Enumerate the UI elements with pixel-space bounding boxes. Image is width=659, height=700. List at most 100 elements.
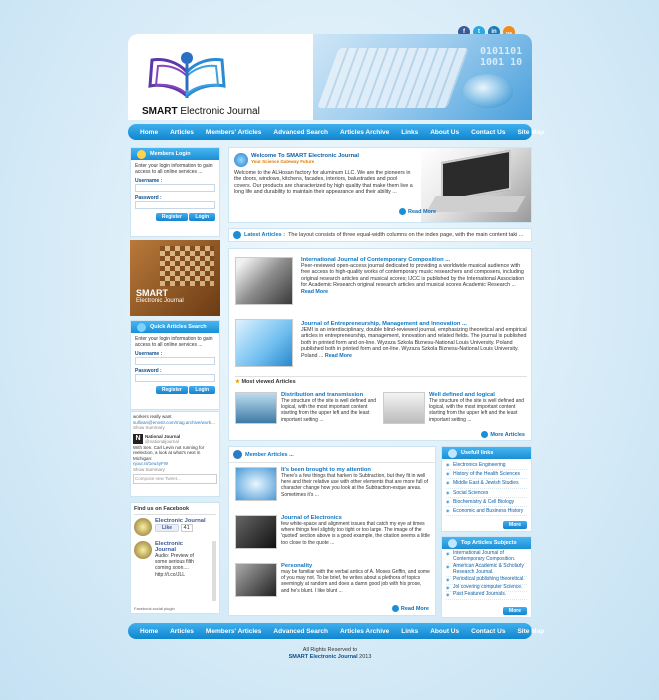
quick-username-input[interactable] xyxy=(135,357,215,366)
post-avatar[interactable] xyxy=(134,541,152,559)
article-1-read-more[interactable]: Read More xyxy=(301,289,328,295)
password-input[interactable] xyxy=(135,201,215,210)
binary-decoration: 0101101 1001 10 xyxy=(480,46,523,68)
article-thumb-network[interactable] xyxy=(235,319,293,367)
article-2-read-more[interactable]: Read More xyxy=(325,353,352,359)
login-button[interactable]: Login xyxy=(189,213,215,222)
footer-nav-articles-archive[interactable]: Articles Archive xyxy=(334,628,395,635)
nav-articles-archive[interactable]: Articles Archive xyxy=(334,129,395,136)
member-thumb-2[interactable] xyxy=(235,515,277,549)
most-viewed-thumb-1[interactable] xyxy=(235,392,277,424)
members-login-header: Members Login xyxy=(131,148,219,160)
nav-contact-us[interactable]: Contact Us xyxy=(465,129,511,136)
nav-site-map[interactable]: Site Map xyxy=(511,129,550,136)
footer-nav-site-map[interactable]: Site Map xyxy=(511,628,550,635)
subjects-more-button[interactable]: More xyxy=(503,607,527,615)
footer-year: 2013 xyxy=(357,654,372,660)
ticker-text[interactable]: The layout consists of three equal-width… xyxy=(288,232,523,238)
footer-nav-links[interactable]: Links xyxy=(395,628,424,635)
useful-link-5[interactable]: Biochemistry & Cell Biology xyxy=(446,498,527,508)
member-article-3: Personality may be familiar with the ver… xyxy=(281,563,431,594)
most-viewed-1-text: The structure of the site is well define… xyxy=(281,398,377,423)
footer-rights: All Rights Reserved to xyxy=(302,647,358,653)
footer-brand[interactable]: SMART Electronic Journal xyxy=(289,654,358,660)
book-logo-icon[interactable] xyxy=(146,46,228,98)
useful-link-1[interactable]: Electronics Engineering xyxy=(446,461,527,471)
laptop-image xyxy=(421,148,531,222)
tweet-handle[interactable]: @nationaljournal xyxy=(145,439,179,444)
member-article-3-text: may be familiar with the verbal antics o… xyxy=(281,569,430,594)
footer-nav-home[interactable]: Home xyxy=(134,628,164,635)
site-logo-text[interactable]: SMART Electronic Journal xyxy=(142,106,260,117)
footer-nav-advanced-search[interactable]: Advanced Search xyxy=(267,628,334,635)
compose-tweet-input[interactable]: Compose new Tweet... xyxy=(133,474,217,484)
nav-articles[interactable]: Articles xyxy=(164,129,200,136)
fb-post-author[interactable]: Electronic Journal xyxy=(155,541,195,553)
nav-members-articles[interactable]: Members' Articles xyxy=(200,129,268,136)
more-articles-link[interactable]: More Articles xyxy=(481,431,525,438)
most-viewed-2-text: The structure of the site is well define… xyxy=(429,398,525,423)
national-journal-avatar: N xyxy=(133,433,143,444)
top-subjects-header: Top Articles Subjects xyxy=(442,537,531,549)
useful-more-button[interactable]: More xyxy=(503,521,527,529)
globe-icon xyxy=(234,153,248,167)
keyboard-image xyxy=(317,48,469,108)
useful-link-2[interactable]: History of the Health Sciences xyxy=(446,470,527,480)
nav-advanced-search[interactable]: Advanced Search xyxy=(267,129,334,136)
article-thumb-keyboard[interactable] xyxy=(235,257,293,305)
fb-scrollbar[interactable] xyxy=(212,541,216,601)
useful-link-3[interactable]: Middle East & Jewish Studies xyxy=(446,479,527,489)
member-articles-box: Member Articles ... It's been brought to… xyxy=(228,446,436,616)
member-read-more[interactable]: Read More xyxy=(391,605,429,612)
register-button[interactable]: Register xyxy=(155,213,188,222)
site-header: 0101101 1001 10 SMART Electronic Journal xyxy=(128,34,532,120)
subject-link-5[interactable]: Past Featured Journals. xyxy=(446,591,527,600)
quick-search-box: Quick Articles Search Enter your login i… xyxy=(130,320,220,410)
ticker-label: Latest Articles : xyxy=(244,232,286,238)
quick-login-button[interactable]: Login xyxy=(189,386,215,395)
quick-search-header: Quick Articles Search xyxy=(131,321,219,333)
nav-home[interactable]: Home xyxy=(134,129,164,136)
subjects-icon xyxy=(448,538,457,548)
quick-register-button[interactable]: Register xyxy=(155,386,188,395)
member-article-2: Journal of Electronics few white-space a… xyxy=(281,515,431,546)
mouse-image xyxy=(463,74,513,108)
members-icon xyxy=(233,450,242,459)
useful-link-4[interactable]: Social Sciences xyxy=(446,489,527,498)
useful-links-header: Usefull links xyxy=(442,447,531,459)
footer-nav-about-us[interactable]: About Us xyxy=(424,628,465,635)
show-summary-link[interactable]: Show Summary xyxy=(133,425,217,431)
welcome-subtitle: Your Science Gateway Future xyxy=(251,159,315,164)
top-subjects-box: Top Articles Subjects International Jour… xyxy=(441,536,532,618)
useful-link-6[interactable]: Economic and Business History xyxy=(446,507,527,517)
member-thumb-3[interactable] xyxy=(235,563,277,597)
member-thumb-1[interactable] xyxy=(235,467,277,501)
page-avatar[interactable] xyxy=(134,518,152,536)
username-input[interactable] xyxy=(135,184,215,193)
useful-links-box: Usefull links Electronics Engineering Hi… xyxy=(441,446,532,532)
tweet-author[interactable]: National Journal xyxy=(145,434,180,439)
nav-about-us[interactable]: About Us xyxy=(424,129,465,136)
show-summary-link-2[interactable]: Show Summary xyxy=(133,467,217,473)
footer-nav-articles[interactable]: Articles xyxy=(164,628,200,635)
nav-links[interactable]: Links xyxy=(395,129,424,136)
search-icon xyxy=(137,322,146,332)
article-2: Journal of Entrepreneurship, Management … xyxy=(301,321,527,359)
main-nav: Home Articles Members' Articles Advanced… xyxy=(128,124,544,140)
most-viewed-thumb-2[interactable] xyxy=(383,392,425,424)
welcome-read-more[interactable]: Read More xyxy=(399,208,436,215)
twitter-widget: workers really want sullivan@ennstr.com/… xyxy=(130,411,220,497)
article-1: International Journal of Contemporary Co… xyxy=(301,257,527,295)
welcome-text: Welcome to the ALHosan factory for alumi… xyxy=(234,170,413,196)
promo-banner[interactable]: SMART Electronic Journal xyxy=(130,240,220,316)
ticker-icon xyxy=(233,231,241,239)
footer-nav-contact-us[interactable]: Contact Us xyxy=(465,628,511,635)
member-article-1-text: There's a few things that harken to Subt… xyxy=(281,473,429,498)
like-button[interactable]: Like xyxy=(155,524,180,532)
footer-nav-members-articles[interactable]: Members' Articles xyxy=(200,628,268,635)
quick-password-input[interactable] xyxy=(135,374,215,383)
welcome-box: Welcome To SMART Electronic Journal Your… xyxy=(228,147,532,223)
link-icon xyxy=(448,448,457,458)
article-1-text: Peer-reviewed open-access journal dedica… xyxy=(301,263,525,289)
member-article-1: It's been brought to my attention There'… xyxy=(281,467,431,498)
